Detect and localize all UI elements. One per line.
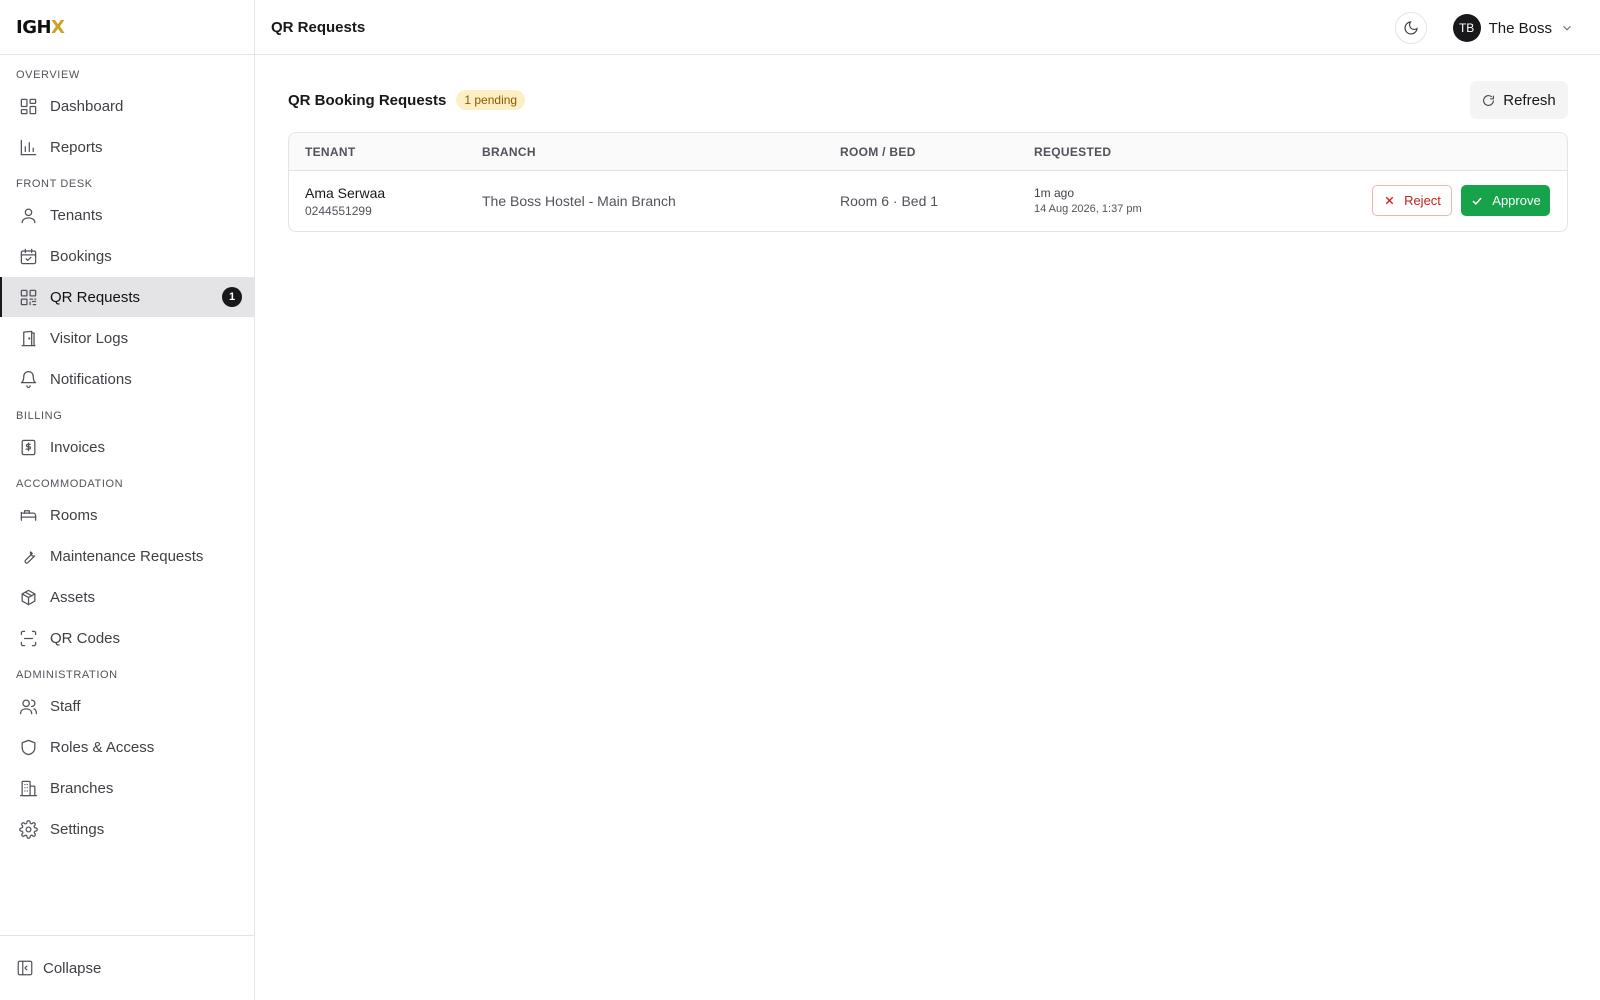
tenant-name: Ama Serwaa <box>305 185 386 201</box>
requested-ago: 1m ago <box>1034 186 1075 200</box>
bell-icon <box>18 369 38 389</box>
sidebar-item-label: Invoices <box>50 438 106 456</box>
building-icon <box>18 778 38 798</box>
main-content: QR Booking Requests 1 pending Refresh TE… <box>255 55 1600 1000</box>
tenant-phone: 0244551299 <box>305 204 372 218</box>
count-badge: 1 <box>222 287 242 307</box>
sidebar-item-invoices[interactable]: Invoices <box>0 427 254 467</box>
users-icon <box>18 696 38 716</box>
sidebar-nav: Overview Dashboard Reports Front Desk Tenant… <box>0 55 254 849</box>
chevron-down-icon <box>1560 21 1574 35</box>
sidebar-section-title: Billing <box>16 410 63 422</box>
sidebar-item-label: Settings <box>50 820 105 838</box>
sidebar-item-label: Bookings <box>50 247 112 265</box>
app-logo[interactable]: IGHX <box>16 16 65 38</box>
sidebar-item-label: QR Codes <box>50 629 121 647</box>
door-icon <box>18 328 38 348</box>
logo-accent: X <box>51 16 65 38</box>
invoice-icon <box>18 437 38 457</box>
column-header-room[interactable]: ROOM / BED <box>840 145 916 159</box>
column-header-tenant[interactable]: TENANT <box>305 145 355 159</box>
bar-chart-icon <box>18 137 38 157</box>
sidebar-item-label: Staff <box>50 697 81 715</box>
sidebar-item-label: Dashboard <box>50 97 124 115</box>
gear-icon <box>18 819 38 839</box>
sidebar-item-label: Branches <box>50 779 114 797</box>
logo-bar: IGHX <box>0 0 254 55</box>
refresh-button[interactable]: Refresh <box>1470 81 1568 119</box>
close-icon <box>1383 194 1396 207</box>
refresh-icon <box>1482 94 1495 107</box>
sidebar-item-roles-access[interactable]: Roles & Access <box>0 727 254 767</box>
sidebar-item-tenants[interactable]: Tenants <box>0 195 254 235</box>
bed-icon <box>18 505 38 525</box>
sidebar-item-label: Reports <box>50 138 103 156</box>
column-header-branch[interactable]: BRANCH <box>482 145 536 159</box>
requested-date: 14 Aug 2026, 1:37 pm <box>1034 203 1142 215</box>
theme-toggle-button[interactable] <box>1395 12 1427 44</box>
logo-text: IGH <box>16 16 52 38</box>
avatar: TB <box>1452 14 1481 42</box>
sidebar-item-label: Maintenance Requests <box>50 547 204 565</box>
sidebar-item-rooms[interactable]: Rooms <box>0 495 254 535</box>
refresh-label: Refresh <box>1503 91 1556 109</box>
sidebar-section-title: Accommodation <box>16 478 124 490</box>
approve-label: Approve <box>1492 193 1541 208</box>
sidebar-section-title: Overview <box>16 69 80 81</box>
dashboard-icon <box>18 96 38 116</box>
moon-icon <box>1403 20 1419 36</box>
top-header: QR Requests TB The Boss <box>255 0 1600 55</box>
qr-icon <box>18 287 38 307</box>
sidebar-item-qr-requests[interactable]: QR Requests 1 <box>0 277 254 317</box>
collapse-button[interactable]: Collapse <box>0 935 254 1000</box>
table-row: Ama Serwaa 0244551299 The Boss Hostel - … <box>289 171 1567 231</box>
user-menu[interactable]: TB The Boss <box>1452 13 1574 43</box>
sidebar-item-label: Visitor Logs <box>50 329 129 347</box>
sidebar-item-label: Assets <box>50 588 96 606</box>
page-title: QR Requests <box>271 18 366 36</box>
sidebar-item-bookings[interactable]: Bookings <box>0 236 254 276</box>
sidebar-item-qr-codes[interactable]: QR Codes <box>0 618 254 658</box>
branch-cell: The Boss Hostel - Main Branch <box>482 193 676 209</box>
sidebar-item-label: Tenants <box>50 206 103 224</box>
sidebar-item-reports[interactable]: Reports <box>0 127 254 167</box>
pending-badge: 1 pending <box>456 90 526 110</box>
reject-label: Reject <box>1404 193 1441 208</box>
panel-collapse-icon <box>16 959 34 977</box>
scan-icon <box>18 628 38 648</box>
calendar-check-icon <box>18 246 38 266</box>
column-header-requested[interactable]: REQUESTED <box>1034 145 1111 159</box>
sidebar-item-maintenance-requests[interactable]: Maintenance Requests <box>0 536 254 576</box>
sidebar-item-notifications[interactable]: Notifications <box>0 359 254 399</box>
shield-icon <box>18 737 38 757</box>
card-header: QR Booking Requests 1 pending Refresh <box>288 81 1568 119</box>
card-title: QR Booking Requests <box>288 91 447 109</box>
sidebar-item-label: QR Requests <box>50 288 141 306</box>
table-header: TENANT BRANCH ROOM / BED REQUESTED <box>289 133 1567 171</box>
box-icon <box>18 587 38 607</box>
sidebar-item-visitor-logs[interactable]: Visitor Logs <box>0 318 254 358</box>
sidebar-item-branches[interactable]: Branches <box>0 768 254 808</box>
sidebar-item-settings[interactable]: Settings <box>0 809 254 849</box>
sidebar-item-dashboard[interactable]: Dashboard <box>0 86 254 126</box>
sidebar-item-assets[interactable]: Assets <box>0 577 254 617</box>
sidebar-section-title: Front Desk <box>16 178 93 190</box>
check-icon <box>1470 194 1484 208</box>
sidebar-section-title: Administration <box>16 669 118 681</box>
sidebar-item-staff[interactable]: Staff <box>0 686 254 726</box>
sidebar-item-label: Rooms <box>50 506 98 524</box>
user-icon <box>18 205 38 225</box>
sidebar: IGHX Overview Dashboard Reports Front Desk T… <box>0 0 255 1000</box>
sidebar-item-label: Notifications <box>50 370 132 388</box>
sidebar-item-label: Roles & Access <box>50 738 155 756</box>
user-name: The Boss <box>1488 19 1552 37</box>
room-bed-cell: Room 6 · Bed 1 <box>840 193 939 209</box>
approve-button[interactable]: Approve <box>1461 185 1550 216</box>
requests-table: TENANT BRANCH ROOM / BED REQUESTED Ama S… <box>288 132 1568 232</box>
reject-button[interactable]: Reject <box>1372 185 1452 216</box>
wrench-icon <box>18 546 38 566</box>
collapse-label: Collapse <box>43 959 102 977</box>
